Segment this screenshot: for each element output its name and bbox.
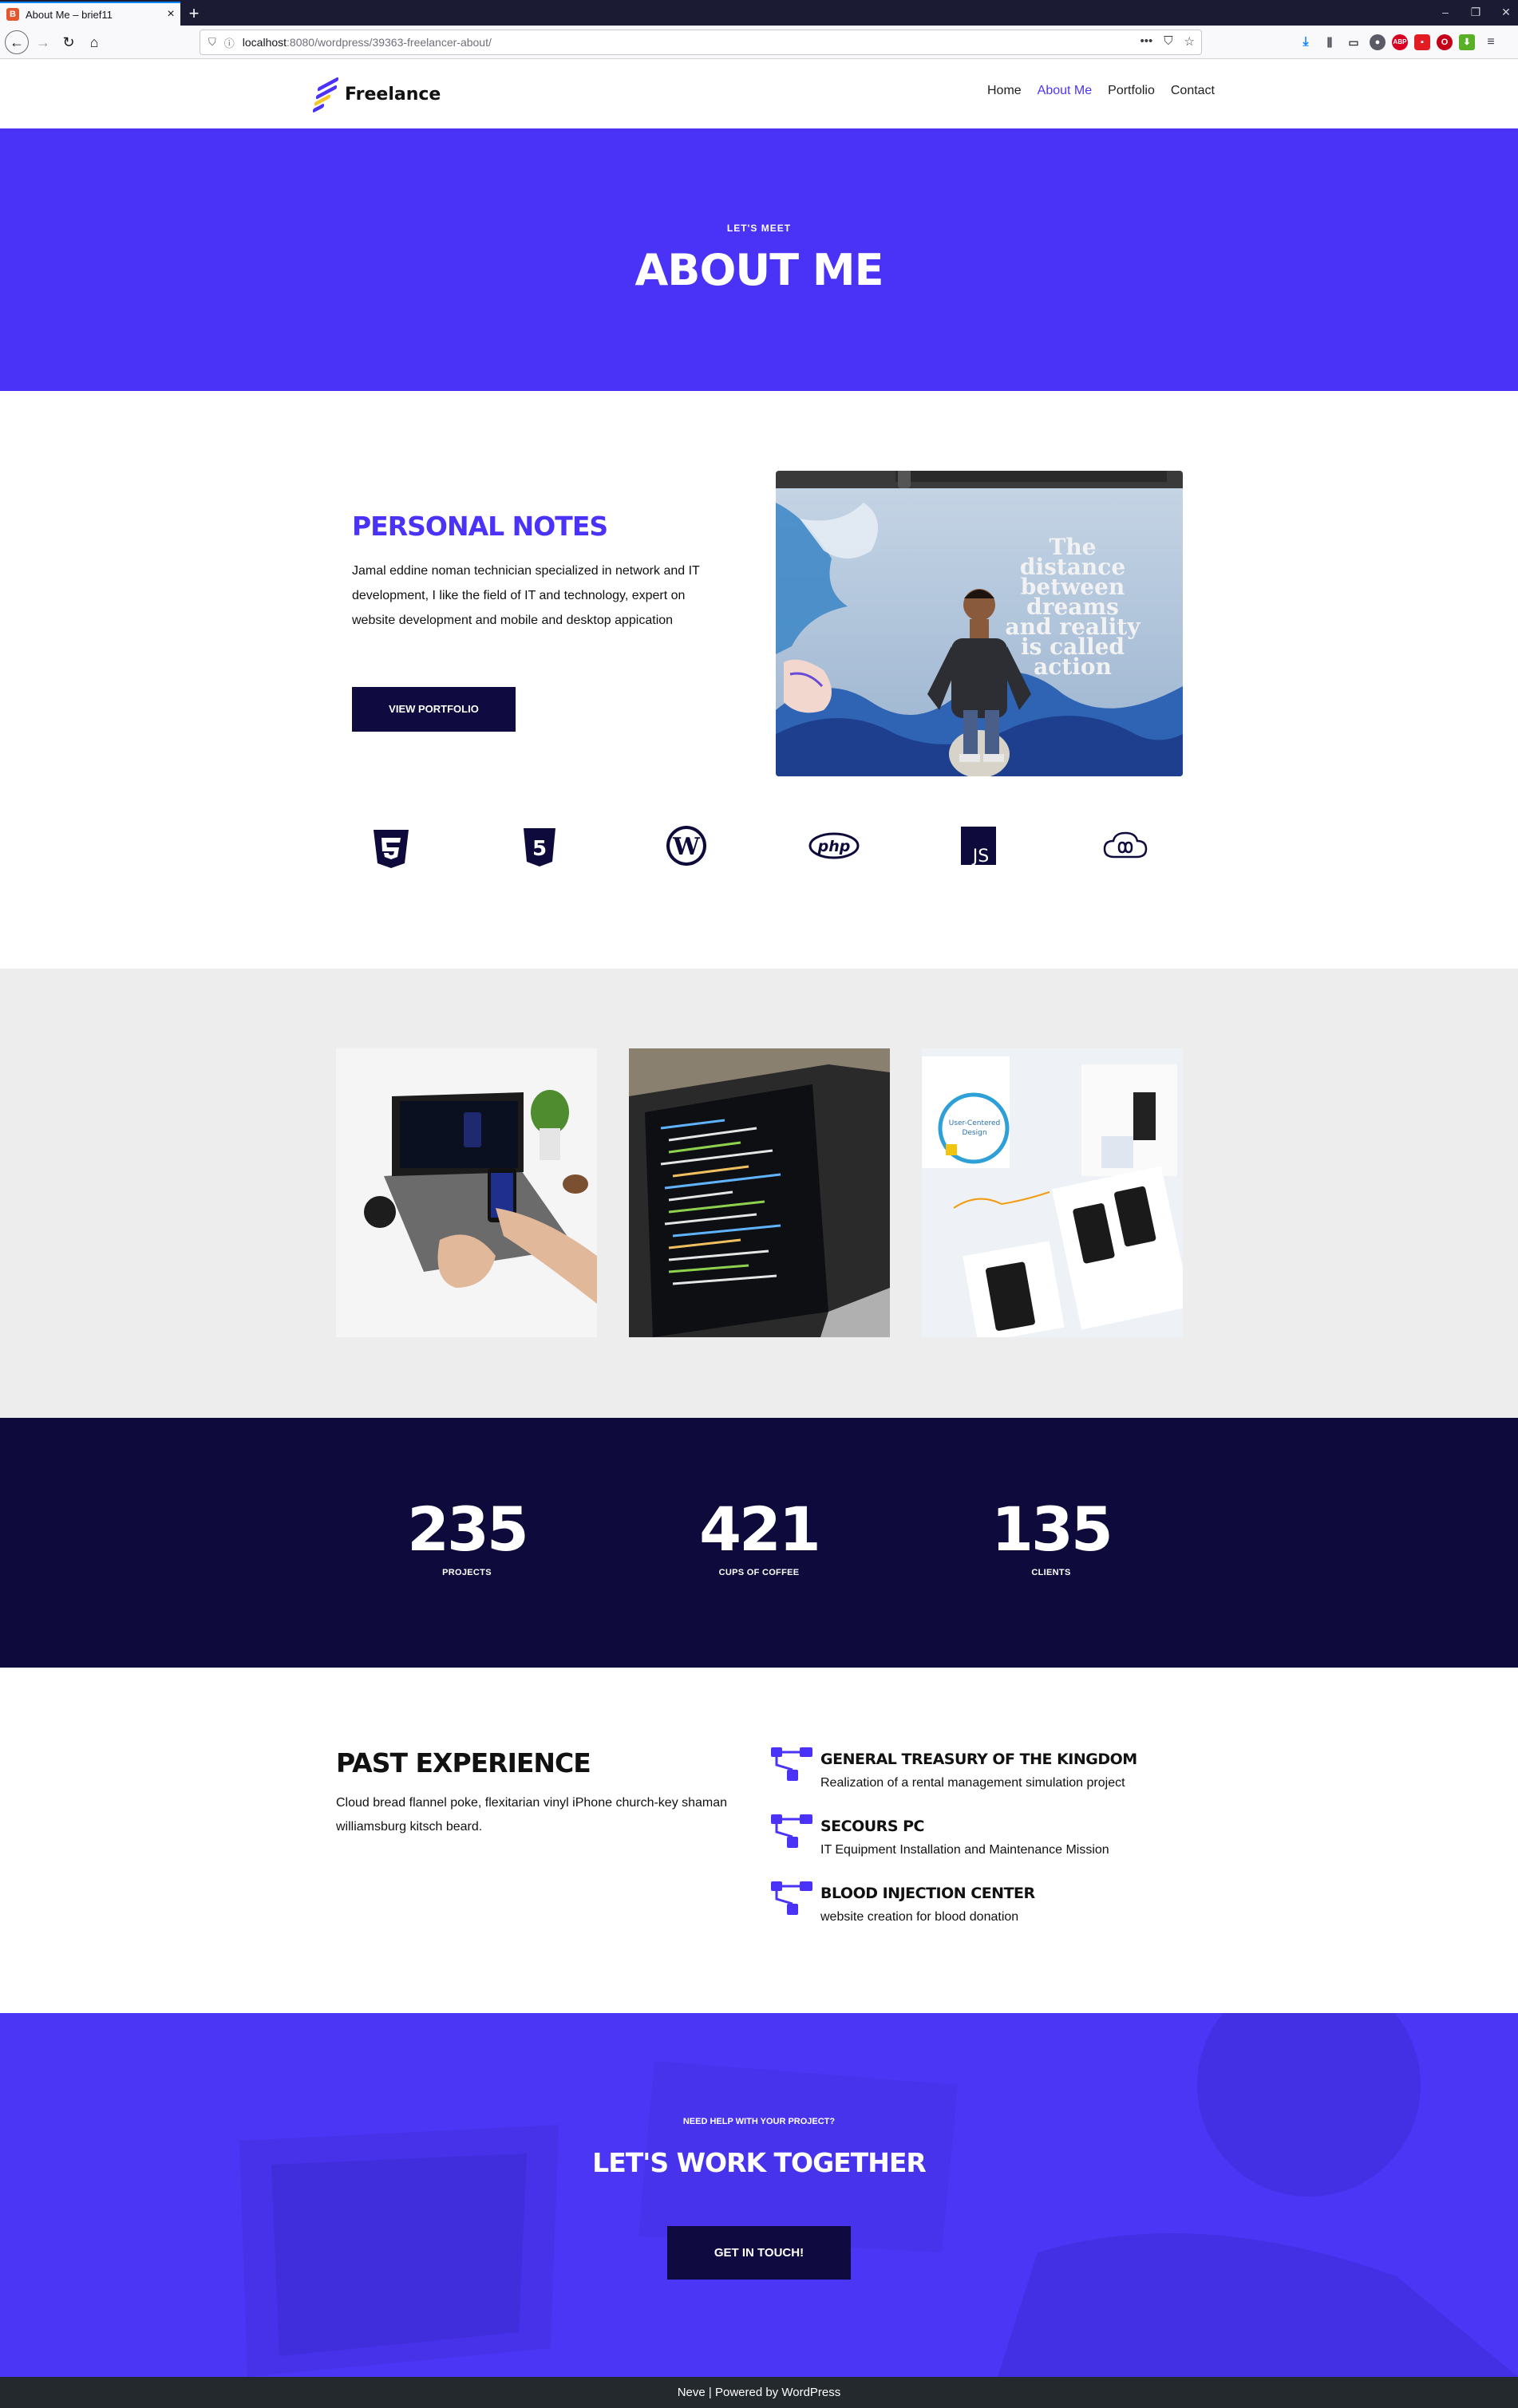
counter-value: 235: [407, 1494, 529, 1565]
bookmark-star-icon[interactable]: ☆: [1184, 34, 1195, 49]
logo-mark-icon: [313, 76, 342, 113]
svg-text:5: 5: [532, 837, 547, 861]
css3-icon: [367, 822, 415, 870]
hero-kicker: LET'S MEET: [726, 223, 792, 234]
cta-background-image: [239, 2013, 1518, 2377]
wordpress-icon: W: [662, 822, 710, 870]
extension-green-icon[interactable]: ⬇: [1459, 34, 1475, 50]
new-tab-button[interactable]: +: [182, 2, 206, 26]
browser-toolbar: ← → ↻ ⌂ ⛉ ⓘ localhost :8080/wordpress/39…: [0, 26, 1518, 59]
site-footer: Neve | Powered by WordPress: [0, 2377, 1518, 2408]
url-path: :8080/wordpress/39363-freelancer-about/: [287, 36, 492, 49]
hero-banner: LET'S MEET ABOUT ME: [0, 128, 1518, 391]
counter-label: CUPS OF COFFEE: [718, 1568, 800, 1577]
profile-photo: The distance between dreams and reality …: [776, 471, 1183, 776]
gallery-image-design-sketches[interactable]: User-Centered Design: [922, 1048, 1183, 1337]
nav-portfolio[interactable]: Portfolio: [1108, 84, 1155, 98]
sitemap-icon: [771, 1881, 812, 1915]
page-title: ABOUT ME: [634, 245, 884, 295]
svg-text:php: php: [817, 838, 851, 855]
browser-tab[interactable]: B About Me – brief11 ×: [0, 2, 180, 26]
main-nav: Home About Me Portfolio Contact: [987, 84, 1215, 98]
experience-title: BLOOD INJECTION CENTER: [820, 1885, 1035, 1902]
account-icon[interactable]: ●: [1370, 34, 1386, 50]
html5-icon: 5: [516, 822, 563, 870]
counter-projects: 235 PROJECTS: [363, 1494, 571, 1578]
counter-clients: 135 CLIENTS: [947, 1494, 1155, 1578]
svg-text:JS: JS: [971, 847, 989, 866]
php-icon: php: [808, 822, 860, 870]
past-experience-text: Cloud bread flannel poke, flexitarian vi…: [336, 1796, 728, 1834]
counter-label: PROJECTS: [442, 1568, 492, 1577]
counter-coffee: 421 CUPS OF COFFEE: [655, 1494, 863, 1578]
sitemap-icon: [771, 1814, 812, 1848]
view-portfolio-button[interactable]: VIEW PORTFOLIO: [352, 687, 516, 732]
extension-opera-icon[interactable]: O: [1437, 34, 1453, 50]
counter-value: 135: [991, 1494, 1113, 1565]
site-header: Freelance Home About Me Portfolio Contac…: [0, 60, 1518, 128]
sidebar-icon[interactable]: ▭: [1346, 34, 1362, 50]
cta-section: NEED HELP WITH YOUR PROJECT? LET'S WORK …: [0, 2013, 1518, 2377]
shield-icon[interactable]: ⛉: [208, 36, 216, 49]
svg-text:User-Centered: User-Centered: [949, 1119, 1001, 1127]
downloads-icon[interactable]: ⤓: [1298, 34, 1314, 50]
pocket-icon[interactable]: ⛉: [1164, 34, 1172, 49]
reload-button[interactable]: ↻: [57, 31, 80, 53]
sitemap-icon: [771, 1747, 812, 1781]
library-icon[interactable]: ⫼: [1322, 34, 1338, 50]
forward-button[interactable]: →: [32, 31, 54, 53]
favicon-icon: B: [6, 8, 19, 21]
url-host: localhost: [242, 36, 287, 49]
personal-notes-title: PERSONAL NOTES: [352, 511, 608, 542]
tab-title: About Me – brief11: [26, 8, 113, 21]
extension-red-icon[interactable]: ▪: [1414, 34, 1430, 50]
experience-item: GENERAL TREASURY OF THE KINGDOM Realizat…: [769, 1746, 1200, 1805]
experience-desc: website creation for blood donation: [820, 1910, 1019, 1924]
experience-title: SECOURS PC: [820, 1818, 925, 1835]
footer-credit[interactable]: Neve | Powered by WordPress: [678, 2386, 841, 2399]
svg-text:Design: Design: [962, 1129, 986, 1137]
home-button[interactable]: ⌂: [83, 31, 105, 53]
experience-item: BLOOD INJECTION CENTER website creation …: [769, 1880, 1200, 1939]
nav-about-me[interactable]: About Me: [1038, 84, 1092, 98]
experience-item: SECOURS PC IT Equipment Installation and…: [769, 1813, 1200, 1872]
experience-desc: IT Equipment Installation and Maintenanc…: [820, 1843, 1109, 1857]
nav-home[interactable]: Home: [987, 84, 1022, 98]
experience-title: GENERAL TREASURY OF THE KINGDOM: [820, 1751, 1137, 1768]
site-logo[interactable]: Freelance: [313, 76, 441, 113]
gallery-section: User-Centered Design: [0, 969, 1518, 1418]
cta-kicker: NEED HELP WITH YOUR PROJECT?: [682, 2117, 836, 2126]
svg-text:W: W: [672, 833, 701, 861]
close-window-button[interactable]: ✕: [1488, 0, 1518, 24]
page-actions-icon[interactable]: •••: [1140, 34, 1153, 49]
counter-value: 421: [699, 1494, 821, 1565]
get-in-touch-button[interactable]: GET IN TOUCH!: [667, 2226, 851, 2280]
js-icon: JS: [955, 822, 1002, 870]
logo-text: Freelance: [345, 84, 441, 105]
experience-desc: Realization of a rental management simul…: [820, 1776, 1125, 1790]
info-icon[interactable]: ⓘ: [224, 35, 235, 50]
infinity-cloud-icon: [1101, 822, 1149, 870]
gallery-image-laptop-phone[interactable]: [336, 1048, 597, 1337]
browser-tab-bar: B About Me – brief11 × + – ❐ ✕: [0, 0, 1518, 26]
personal-notes-text: Jamal eddine noman technician specialize…: [352, 564, 700, 627]
back-button[interactable]: ←: [5, 30, 29, 54]
adblock-icon[interactable]: ABP: [1392, 34, 1408, 50]
url-bar[interactable]: ⛉ ⓘ localhost :8080/wordpress/39363-free…: [200, 30, 1202, 55]
gallery-image-code-laptop[interactable]: [629, 1048, 890, 1337]
counter-label: CLIENTS: [1031, 1568, 1071, 1577]
tab-close-icon[interactable]: ×: [161, 7, 180, 22]
cta-title: LET'S WORK TOGETHER: [592, 2147, 927, 2178]
past-experience-title: PAST EXPERIENCE: [336, 1747, 591, 1778]
counters-section: 235 PROJECTS 421 CUPS OF COFFEE 135 CLIE…: [0, 1418, 1518, 1668]
svg-text:action: action: [1034, 653, 1112, 680]
nav-contact[interactable]: Contact: [1171, 84, 1215, 98]
menu-icon[interactable]: ≡: [1483, 34, 1499, 50]
